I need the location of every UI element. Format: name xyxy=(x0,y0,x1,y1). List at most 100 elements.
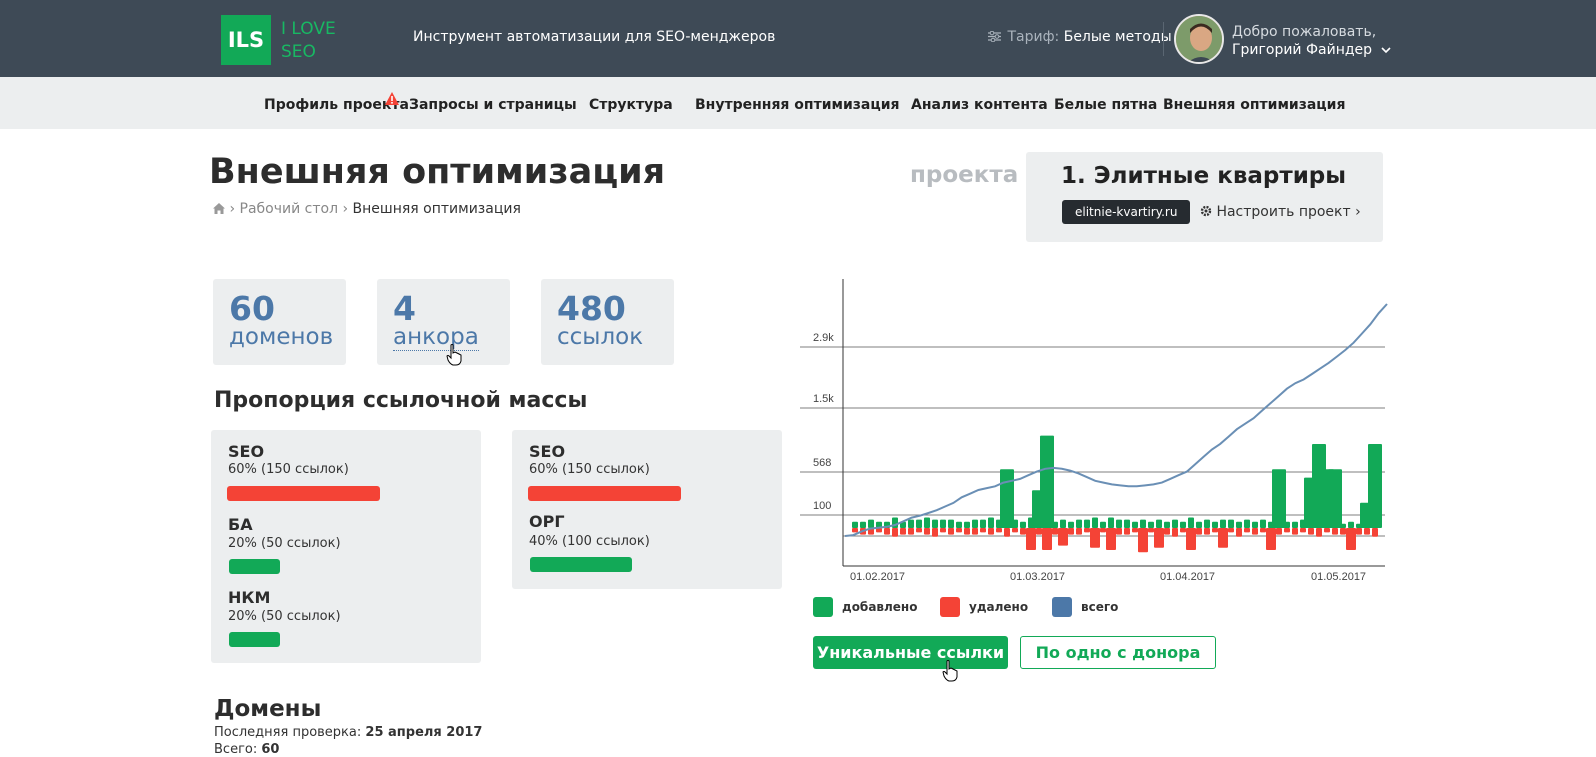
bar-removed xyxy=(1026,528,1036,550)
stat-anchors[interactable]: 4 анкора xyxy=(377,279,510,365)
logo-abbr: ILS xyxy=(227,28,265,52)
bar-added xyxy=(1252,521,1258,528)
bar-added xyxy=(980,519,986,528)
bar-removed xyxy=(1132,528,1138,533)
y-tick-label: 2.9k xyxy=(813,332,834,344)
bar-removed xyxy=(1292,528,1298,535)
logo-text[interactable]: I LOVE SEO xyxy=(281,18,361,64)
one-per-donor-button[interactable]: По одно с донора xyxy=(1020,636,1216,669)
breadcrumb-current: Внешняя оптимизация xyxy=(352,201,521,217)
prop-sub: 60% (150 ссылок) xyxy=(228,462,349,477)
bar-removed xyxy=(1052,528,1058,535)
bar-removed xyxy=(1300,528,1306,533)
bar-added xyxy=(1236,521,1242,528)
bar-added xyxy=(1012,519,1018,528)
nav-item-content-analysis[interactable]: Анализ контента xyxy=(911,97,1048,113)
prop-sub: 40% (100 ссылок) xyxy=(529,534,650,549)
nav-item-structure[interactable]: Структура xyxy=(589,97,673,113)
prop-label: НКМ xyxy=(228,588,271,607)
bar-added xyxy=(1244,519,1250,528)
breadcrumb-home[interactable]: Рабочий стол xyxy=(240,201,339,217)
bar-removed xyxy=(1076,528,1082,535)
bar-added xyxy=(916,519,922,528)
bar-added xyxy=(1260,519,1266,528)
bar-removed xyxy=(1228,528,1234,533)
avatar[interactable] xyxy=(1174,14,1224,64)
stat-label: доменов xyxy=(229,324,334,350)
bar-removed xyxy=(1012,528,1018,533)
legend-removed[interactable]: удалено xyxy=(940,597,1028,617)
bar-removed xyxy=(964,528,970,535)
tariff-info[interactable]: Тариф: Белые методы xyxy=(988,29,1172,45)
nav-item-queries[interactable]: Запросы и страницы xyxy=(409,97,577,113)
stat-value: 60 xyxy=(229,289,275,328)
bar-removed xyxy=(1308,528,1314,535)
bar-added xyxy=(1140,519,1146,528)
bar-removed xyxy=(1058,528,1068,546)
setup-project-link[interactable]: Настроить проект › xyxy=(1200,204,1361,220)
nav-item-internal-optimization[interactable]: Внутренняя оптимизация xyxy=(695,97,900,113)
bar-added xyxy=(1292,521,1298,528)
home-icon[interactable] xyxy=(213,203,225,214)
bar-removed xyxy=(1196,528,1202,535)
bar-added xyxy=(1068,521,1074,528)
user-menu[interactable]: Добро пожаловать, Григорий Файндер xyxy=(1232,23,1391,59)
bar-removed xyxy=(1244,528,1250,533)
links-chart[interactable]: 2.9k 1.5k 568 100 01.02.2017 01.03.2017 01.04.… xyxy=(800,270,1390,590)
page-title: Внешняя оптимизация xyxy=(209,152,666,192)
user-name: Григорий Файндер xyxy=(1232,42,1373,58)
progress-bar xyxy=(528,486,681,501)
bar-added xyxy=(1060,519,1066,528)
bar-added xyxy=(1180,521,1186,528)
bar-removed xyxy=(1100,528,1106,533)
bar-added xyxy=(868,519,874,528)
logo-icon[interactable]: ILS xyxy=(221,15,271,65)
bar-added xyxy=(1000,469,1014,528)
bar-added xyxy=(1348,521,1354,528)
legend-label: добавлено xyxy=(842,600,918,614)
bar-added xyxy=(1092,517,1098,528)
bar-added xyxy=(908,519,914,528)
bar-added xyxy=(1108,517,1114,528)
nav-item-white-spots[interactable]: Белые пятна xyxy=(1054,97,1157,113)
bar-removed xyxy=(1356,528,1362,535)
proportion-title: Пропорция ссылочной массы xyxy=(214,388,588,413)
bar-removed xyxy=(956,528,962,533)
bar-removed xyxy=(1252,528,1258,535)
bar-removed xyxy=(1340,528,1346,535)
progress-bar xyxy=(229,559,280,574)
stat-label: анкора xyxy=(393,324,479,351)
setup-label: Настроить проект xyxy=(1216,204,1351,220)
tariff-value: Белые методы xyxy=(1063,29,1172,45)
bar-added xyxy=(1116,519,1122,528)
bar-removed xyxy=(1084,528,1090,533)
stat-links[interactable]: 480 ссылок xyxy=(541,279,674,365)
domain-badge[interactable]: elitnie-kvartiry.ru xyxy=(1062,200,1191,224)
bar-added xyxy=(972,519,978,528)
bar-removed xyxy=(1036,528,1042,535)
bar-added xyxy=(1196,521,1202,528)
stat-domains[interactable]: 60 доменов xyxy=(213,279,346,365)
bar-added xyxy=(1340,523,1346,528)
bar-removed xyxy=(1276,528,1282,535)
unique-links-button[interactable]: Уникальные ссылки xyxy=(813,636,1008,669)
prop-label: SEO xyxy=(529,442,566,461)
legend-added[interactable]: добавлено xyxy=(813,597,917,617)
legend-label: всего xyxy=(1081,600,1119,614)
stat-label: ссылок xyxy=(557,324,644,350)
project-name[interactable]: 1. Элитные квартиры xyxy=(1061,163,1346,189)
warning-icon xyxy=(385,92,399,105)
bar-added xyxy=(1052,521,1058,528)
bar-removed xyxy=(1172,528,1178,537)
prop-sub: 20% (50 ссылок) xyxy=(228,609,341,624)
prop-label: БА xyxy=(228,515,253,534)
domains-title: Домены xyxy=(214,696,322,722)
nav-item-external-optimization[interactable]: Внешняя оптимизация xyxy=(1163,97,1345,113)
bar-removed xyxy=(1090,528,1100,548)
bar-removed xyxy=(1372,528,1378,537)
bar-removed xyxy=(1164,528,1170,535)
y-tick-label: 568 xyxy=(813,457,831,469)
bar-removed xyxy=(1148,528,1154,533)
legend-total[interactable]: всего xyxy=(1052,597,1118,617)
bar-removed xyxy=(996,528,1002,533)
